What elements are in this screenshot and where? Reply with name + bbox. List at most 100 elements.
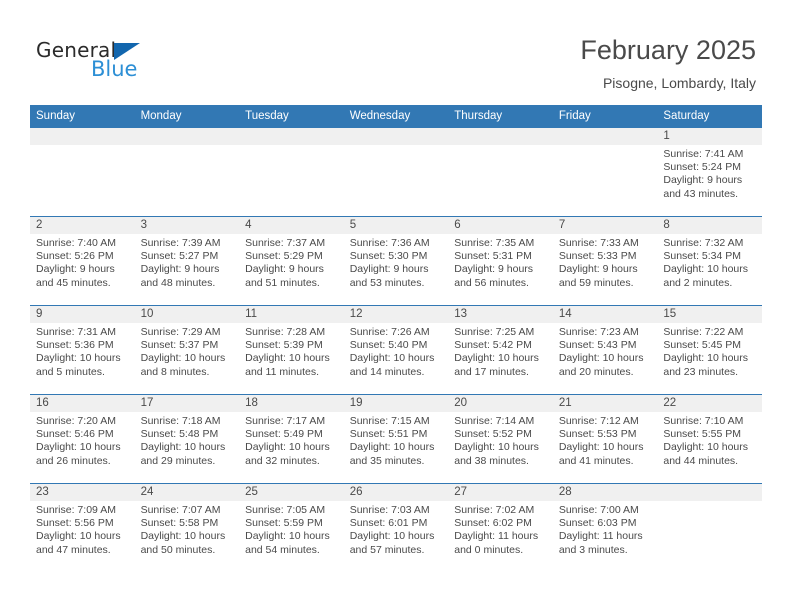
daylight-duration-line2: and 47 minutes. (36, 543, 111, 556)
day-details: Sunrise: 7:41 AM Sunset: 5:24 PM Daylight:… (657, 145, 762, 201)
calendar-day-cell[interactable]: 20 Sunrise: 7:14 AM Sunset: 5:52 PM Dayligh… (448, 394, 553, 484)
calendar-day-cell-inner (657, 484, 762, 572)
daylight-duration-line2: and 44 minutes. (663, 454, 739, 467)
calendar-day-cell[interactable]: 6 Sunrise: 7:35 AM Sunset: 5:31 PM Daylight… (448, 216, 553, 306)
sunset-time: Sunset: 5:53 PM (558, 428, 637, 441)
calendar-day-cell-inner: 16 Sunrise: 7:20 AM Sunset: 5:46 PM Dayligh… (30, 395, 135, 483)
day-details: Sunrise: 7:39 AM Sunset: 5:27 PM Daylight:… (135, 234, 240, 290)
calendar-day-cell[interactable]: 19 Sunrise: 7:15 AM Sunset: 5:51 PM Dayligh… (343, 394, 449, 484)
general-blue-logo[interactable]: General Blue (36, 38, 216, 86)
day-number: 25 (239, 484, 344, 501)
calendar-day-cell[interactable]: 22 Sunrise: 7:10 AM Sunset: 5:55 PM Dayligh… (657, 394, 762, 484)
calendar-day-cell-inner: 20 Sunrise: 7:14 AM Sunset: 5:52 PM Dayligh… (448, 395, 553, 483)
calendar-day-cell-inner (448, 128, 553, 216)
calendar-day-cell[interactable]: 4 Sunrise: 7:37 AM Sunset: 5:29 PM Daylight… (239, 216, 344, 306)
calendar-day-cell[interactable]: 25 Sunrise: 7:05 AM Sunset: 5:59 PM Dayligh… (239, 483, 344, 572)
daylight-duration-line2: and 59 minutes. (558, 276, 634, 289)
calendar-day-cell-inner: 1 Sunrise: 7:41 AM Sunset: 5:24 PM Daylight… (657, 128, 762, 216)
sunrise-time: Sunrise: 7:40 AM (36, 237, 116, 249)
calendar-day-cell-inner (30, 128, 135, 216)
weekday-header-wednesday: Wednesday (343, 105, 449, 128)
sunrise-time: Sunrise: 7:02 AM (454, 504, 535, 516)
calendar-day-cell[interactable]: 7 Sunrise: 7:33 AM Sunset: 5:33 PM Daylight… (552, 216, 658, 306)
calendar-day-cell[interactable]: 24 Sunrise: 7:07 AM Sunset: 5:58 PM Dayligh… (134, 483, 240, 572)
location-subtitle: Pisogne, Lombardy, Italy (602, 75, 756, 91)
daylight-duration-line2: and 54 minutes. (245, 543, 320, 556)
sunset-time: Sunset: 5:43 PM (558, 339, 637, 352)
calendar-day-cell[interactable]: 3 Sunrise: 7:39 AM Sunset: 5:27 PM Daylight… (134, 216, 240, 306)
calendar-day-cell[interactable]: 27 Sunrise: 7:02 AM Sunset: 6:02 PM Dayligh… (448, 483, 553, 572)
calendar-body: 1 Sunrise: 7:41 AM Sunset: 5:24 PM Daylight… (30, 127, 762, 572)
calendar-day-cell-inner: 26 Sunrise: 7:03 AM Sunset: 6:01 PM Dayligh… (343, 484, 449, 572)
calendar-day-cell[interactable]: 28 Sunrise: 7:00 AM Sunset: 6:03 PM Dayligh… (552, 483, 658, 572)
daylight-duration-line1: Daylight: 10 hours (663, 352, 749, 365)
calendar-day-cell[interactable]: 2 Sunrise: 7:40 AM Sunset: 5:26 PM Daylight… (30, 216, 135, 306)
day-details: Sunrise: 7:37 AM Sunset: 5:29 PM Daylight:… (239, 234, 344, 290)
calendar-day-cell[interactable]: 5 Sunrise: 7:36 AM Sunset: 5:30 PM Daylight… (343, 216, 449, 306)
sunset-time: Sunset: 5:42 PM (454, 339, 532, 352)
weekday-header-tuesday: Tuesday (239, 105, 344, 128)
calendar-day-cell-inner: 5 Sunrise: 7:36 AM Sunset: 5:30 PM Daylight… (343, 217, 449, 305)
calendar-day-cell[interactable]: 16 Sunrise: 7:20 AM Sunset: 5:46 PM Dayligh… (30, 394, 135, 484)
calendar-day-cell-empty (134, 127, 240, 217)
day-number: 27 (448, 484, 553, 501)
sunrise-time: Sunrise: 7:31 AM (36, 326, 116, 338)
calendar-day-cell[interactable]: 23 Sunrise: 7:09 AM Sunset: 5:56 PM Dayligh… (30, 483, 135, 572)
title-block: February 2025 Pisogne, Lombardy, Italy (580, 33, 756, 93)
daylight-duration-line2: and 45 minutes. (36, 276, 111, 289)
calendar-day-cell-inner: 9 Sunrise: 7:31 AM Sunset: 5:36 PM Daylight… (30, 306, 135, 394)
sunrise-time: Sunrise: 7:39 AM (140, 237, 221, 249)
calendar-day-cell-inner: 24 Sunrise: 7:07 AM Sunset: 5:58 PM Dayligh… (134, 484, 240, 572)
day-number: 18 (239, 395, 344, 412)
day-details: Sunrise: 7:09 AM Sunset: 5:56 PM Daylight:… (30, 501, 135, 557)
calendar-day-cell-inner: 7 Sunrise: 7:33 AM Sunset: 5:33 PM Daylight… (552, 217, 658, 305)
day-number: 6 (448, 217, 553, 234)
calendar-day-cell-inner: 25 Sunrise: 7:05 AM Sunset: 5:59 PM Dayligh… (239, 484, 344, 572)
calendar-day-cell[interactable]: 17 Sunrise: 7:18 AM Sunset: 5:48 PM Dayligh… (134, 394, 240, 484)
calendar-day-cell[interactable]: 10 Sunrise: 7:29 AM Sunset: 5:37 PM Dayligh… (134, 305, 240, 395)
calendar-day-cell[interactable]: 12 Sunrise: 7:26 AM Sunset: 5:40 PM Dayligh… (343, 305, 449, 395)
calendar-page: General Blue February 2025 Pisogne, Lomb… (0, 0, 792, 612)
day-number: 11 (239, 306, 344, 323)
sunset-time: Sunset: 5:46 PM (36, 428, 114, 441)
daylight-duration-line1: Daylight: 10 hours (140, 441, 226, 454)
calendar-day-cell[interactable]: 21 Sunrise: 7:12 AM Sunset: 5:53 PM Dayligh… (552, 394, 658, 484)
calendar-day-cell[interactable]: 18 Sunrise: 7:17 AM Sunset: 5:49 PM Dayligh… (239, 394, 344, 484)
calendar-day-cell-inner (343, 128, 449, 216)
sunset-time: Sunset: 5:31 PM (454, 250, 532, 263)
calendar-day-cell[interactable]: 11 Sunrise: 7:28 AM Sunset: 5:39 PM Dayligh… (239, 305, 344, 395)
day-details: Sunrise: 7:20 AM Sunset: 5:46 PM Daylight:… (30, 412, 135, 468)
calendar-day-cell-inner: 27 Sunrise: 7:02 AM Sunset: 6:02 PM Dayligh… (448, 484, 553, 572)
daylight-duration-line2: and 41 minutes. (558, 454, 634, 467)
day-details: Sunrise: 7:17 AM Sunset: 5:49 PM Daylight:… (239, 412, 344, 468)
calendar-day-cell[interactable]: 8 Sunrise: 7:32 AM Sunset: 5:34 PM Daylight… (657, 216, 762, 306)
calendar-day-cell[interactable]: 15 Sunrise: 7:22 AM Sunset: 5:45 PM Dayligh… (657, 305, 762, 395)
daylight-duration-line2: and 38 minutes. (454, 454, 529, 467)
sunset-time: Sunset: 5:49 PM (245, 428, 323, 441)
weekday-header-sunday: Sunday (30, 105, 135, 128)
day-details: Sunrise: 7:14 AM Sunset: 5:52 PM Daylight:… (448, 412, 553, 468)
sunset-time: Sunset: 5:58 PM (140, 517, 219, 530)
calendar-week-row: 16 Sunrise: 7:20 AM Sunset: 5:46 PM Dayligh… (30, 394, 762, 484)
calendar-day-cell[interactable]: 14 Sunrise: 7:23 AM Sunset: 5:43 PM Dayligh… (552, 305, 658, 395)
calendar-day-cell-inner: 22 Sunrise: 7:10 AM Sunset: 5:55 PM Dayligh… (657, 395, 762, 483)
calendar-day-cell[interactable]: 9 Sunrise: 7:31 AM Sunset: 5:36 PM Daylight… (30, 305, 135, 395)
day-number: 21 (552, 395, 658, 412)
day-details: Sunrise: 7:03 AM Sunset: 6:01 PM Daylight:… (344, 501, 449, 557)
calendar-day-cell[interactable]: 1 Sunrise: 7:41 AM Sunset: 5:24 PM Daylight… (657, 127, 762, 217)
daylight-duration-line2: and 3 minutes. (558, 543, 628, 556)
daylight-duration-line1: Daylight: 9 hours (454, 263, 534, 276)
day-details: Sunrise: 7:10 AM Sunset: 5:55 PM Daylight:… (657, 412, 762, 468)
daylight-duration-line2: and 51 minutes. (245, 276, 320, 289)
sunrise-time: Sunrise: 7:20 AM (36, 415, 116, 427)
sunrise-time: Sunrise: 7:33 AM (558, 237, 639, 249)
calendar-day-cell[interactable]: 26 Sunrise: 7:03 AM Sunset: 6:01 PM Dayligh… (343, 483, 449, 572)
daylight-duration-line1: Daylight: 10 hours (663, 441, 749, 454)
daylight-duration-line2: and 0 minutes. (454, 543, 524, 556)
calendar-day-cell-inner: 6 Sunrise: 7:35 AM Sunset: 5:31 PM Daylight… (448, 217, 553, 305)
daylight-duration-line1: Daylight: 10 hours (558, 352, 644, 365)
sunset-time: Sunset: 5:56 PM (36, 517, 114, 530)
calendar-day-cell[interactable]: 13 Sunrise: 7:25 AM Sunset: 5:42 PM Dayligh… (448, 305, 553, 395)
sunset-time: Sunset: 5:48 PM (140, 428, 219, 441)
daylight-duration-line2: and 32 minutes. (245, 454, 320, 467)
